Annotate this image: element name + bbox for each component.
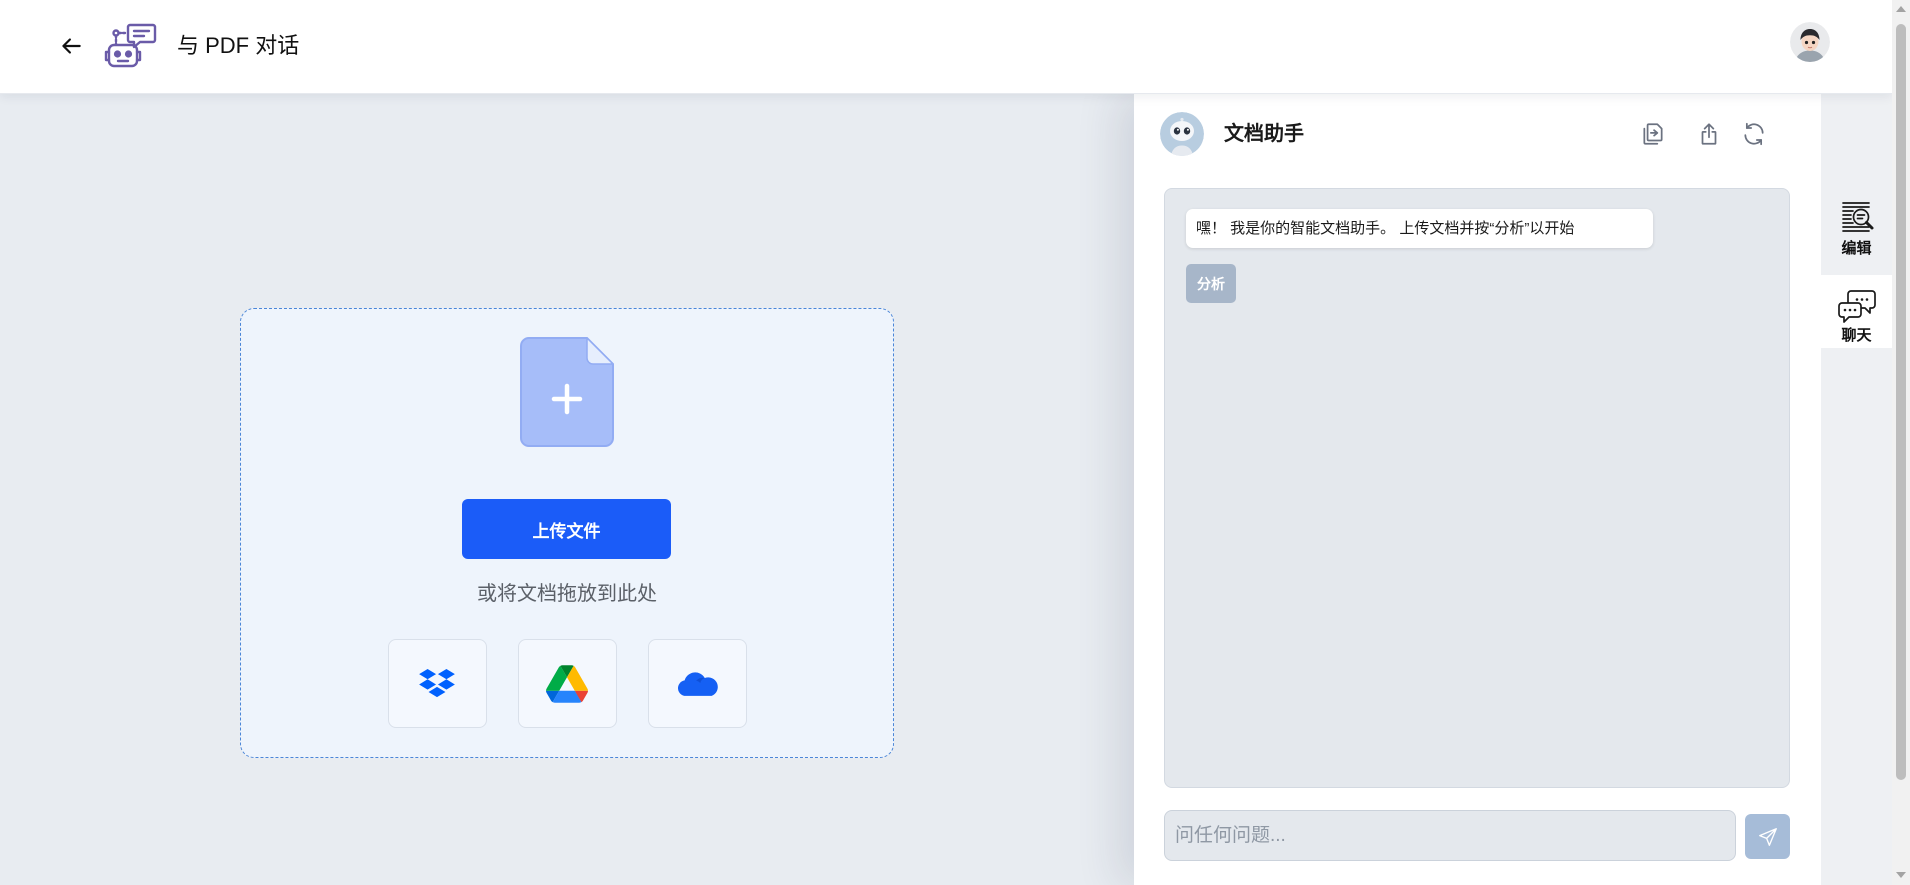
google-drive-icon <box>546 664 588 703</box>
sidebar-item-label: 聊天 <box>1841 327 1872 344</box>
google-drive-button[interactable] <box>517 639 617 728</box>
file-dropzone[interactable]: 上传文件 或将文档拖放到此处 <box>240 308 894 758</box>
top-header: 与 PDF 对话 <box>0 0 1892 94</box>
refresh-button[interactable] <box>1741 121 1767 147</box>
send-button[interactable] <box>1745 814 1790 859</box>
scroll-up-arrow-icon[interactable] <box>1896 6 1906 12</box>
scroll-down-arrow-icon[interactable] <box>1896 872 1906 878</box>
copy-icon <box>1643 123 1663 145</box>
user-avatar[interactable] <box>1790 22 1830 62</box>
chat-messages: 嘿！ 我是你的智能文档助手。 上传文档并按“分析”以开始 分析 <box>1164 188 1790 788</box>
document-search-icon <box>1841 202 1873 232</box>
share-icon <box>1701 123 1717 145</box>
analyze-button[interactable]: 分析 <box>1186 264 1236 303</box>
assistant-message: 嘿！ 我是你的智能文档助手。 上传文档并按“分析”以开始 <box>1186 209 1653 248</box>
chat-bubbles-icon <box>1837 290 1876 323</box>
back-button[interactable] <box>58 33 84 59</box>
share-button[interactable] <box>1696 121 1722 147</box>
cloud-sources <box>241 639 893 728</box>
refresh-icon <box>1744 122 1764 146</box>
sidebar-item-label: 编辑 <box>1841 240 1872 257</box>
upload-file-button[interactable]: 上传文件 <box>462 499 671 559</box>
dropbox-button[interactable] <box>387 639 487 728</box>
question-input[interactable] <box>1164 810 1736 861</box>
onedrive-icon <box>678 671 718 696</box>
scrollbar-thumb[interactable] <box>1896 24 1906 780</box>
dropbox-icon <box>419 668 455 697</box>
sidebar-item-edit[interactable]: 编辑 <box>1821 194 1892 264</box>
chat-panel: 文档助手 嘿！ 我是你的智能文档助手。 上传文档并按“分析”以开始 分析 <box>1134 94 1821 885</box>
copy-button[interactable] <box>1640 121 1666 147</box>
right-sidebar: 编辑 聊天 <box>1821 94 1892 885</box>
sidebar-item-chat[interactable]: 聊天 <box>1821 275 1892 348</box>
drop-hint: 或将文档拖放到此处 <box>477 583 657 605</box>
robot-avatar <box>1160 112 1204 156</box>
onedrive-button[interactable] <box>647 639 747 728</box>
page-title: 与 PDF 对话 <box>177 33 300 58</box>
arrow-left-icon <box>62 38 81 54</box>
robot-chat-icon <box>103 22 157 70</box>
file-plus-icon <box>519 336 615 448</box>
send-icon <box>1758 827 1777 846</box>
assistant-name: 文档助手 <box>1224 123 1304 145</box>
upload-workspace: 上传文件 或将文档拖放到此处 <box>0 94 1134 885</box>
page-scrollbar[interactable] <box>1892 0 1910 885</box>
